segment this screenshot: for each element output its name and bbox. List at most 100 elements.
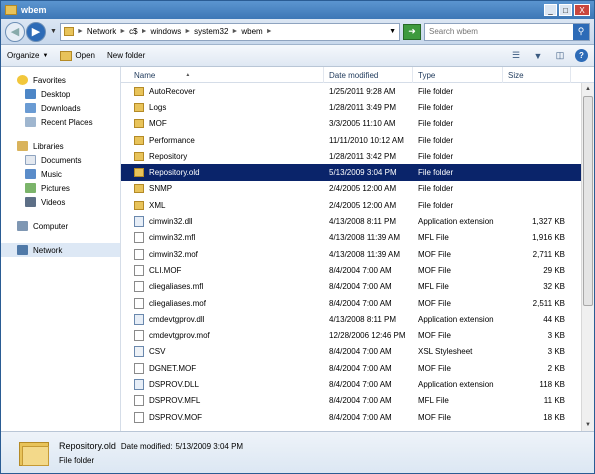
file-row[interactable]: cimwin32.mof 4/13/2008 11:39 AM MOF File 2,… <box>121 246 581 262</box>
nav-music[interactable]: Music <box>1 167 120 181</box>
title-bar[interactable]: wbem _ □ X <box>1 1 594 19</box>
search-input[interactable] <box>429 27 573 36</box>
file-icon <box>134 330 144 342</box>
nav-desktop[interactable]: Desktop <box>1 87 120 101</box>
history-dropdown-icon[interactable]: ▼ <box>50 28 57 35</box>
file-date: 8/4/2004 7:00 AM <box>329 412 392 422</box>
nav-videos[interactable]: Videos <box>1 195 120 209</box>
close-button[interactable]: X <box>574 4 590 16</box>
explorer-window: wbem _ □ X ◀ ▶ ▼ ► Network ► c$ ► window… <box>0 0 595 474</box>
breadcrumb-system32[interactable]: system32 <box>194 27 228 36</box>
file-row[interactable]: Logs 1/28/2011 3:49 PM File folder <box>121 99 581 115</box>
column-header-name[interactable]: Name ▲ <box>121 67 324 83</box>
open-button[interactable]: Open <box>60 50 95 61</box>
vertical-scrollbar[interactable]: ▲ ▼ <box>581 83 594 431</box>
nav-documents[interactable]: Documents <box>1 153 120 167</box>
breadcrumb-separator-icon[interactable]: ► <box>231 28 238 35</box>
file-row[interactable]: DSPROV.DLL 8/4/2004 7:00 AM Application ex… <box>121 376 581 392</box>
file-type: File folder <box>418 151 454 161</box>
file-name-cell: DSPROV.DLL <box>121 378 324 390</box>
view-dropdown-icon[interactable]: ▼ <box>531 50 545 62</box>
breadcrumb-separator-icon[interactable]: ► <box>141 28 148 35</box>
column-size-label: Size <box>508 70 524 80</box>
search-box[interactable]: ⚲ <box>424 22 590 41</box>
file-name: DSPROV.DLL <box>149 379 199 389</box>
file-row[interactable]: cimwin32.mfl 4/13/2008 11:39 AM MFL File 1,… <box>121 230 581 246</box>
file-row[interactable]: cmdevtgprov.mof 12/28/2006 12:46 PM MOF Fi… <box>121 327 581 343</box>
scroll-down-icon[interactable]: ▼ <box>582 419 594 431</box>
address-dropdown-icon[interactable]: ▼ <box>389 28 396 35</box>
downloads-icon <box>25 103 36 113</box>
search-icon[interactable]: ⚲ <box>573 23 589 40</box>
file-row[interactable]: DSPROV.MFL 8/4/2004 7:00 AM MFL File 11 KB <box>121 393 581 409</box>
file-name-cell: DGNET.MOF <box>121 362 324 374</box>
file-row[interactable]: CLI.MOF 8/4/2004 7:00 AM MOF File 29 KB <box>121 262 581 278</box>
file-date: 1/28/2011 3:49 PM <box>329 102 397 112</box>
file-type: File folder <box>418 102 454 112</box>
breadcrumb-wbem[interactable]: wbem <box>241 27 262 36</box>
refresh-button[interactable]: ➜ <box>403 23 421 40</box>
file-row[interactable]: DGNET.MOF 8/4/2004 7:00 AM MOF File 2 KB <box>121 360 581 376</box>
preview-pane-icon[interactable]: ◫ <box>553 50 567 62</box>
file-row[interactable]: CSV 8/4/2004 7:00 AM XSL Stylesheet 3 KB <box>121 344 581 360</box>
nav-libraries[interactable]: Libraries <box>1 139 120 153</box>
nav-recent-places[interactable]: Recent Places <box>1 115 120 129</box>
nav-network[interactable]: Network <box>1 243 120 257</box>
file-list: Name ▲ Date modified Type Size AutoRecov… <box>121 67 594 431</box>
new-folder-button[interactable]: New folder <box>107 51 145 60</box>
breadcrumb-separator-icon[interactable]: ► <box>77 28 84 35</box>
dll-file-icon <box>134 216 144 228</box>
breadcrumb-separator-icon[interactable]: ► <box>184 28 191 35</box>
file-type: MFL File <box>418 396 449 406</box>
scroll-up-icon[interactable]: ▲ <box>582 83 594 95</box>
column-header-size[interactable]: Size <box>503 67 571 83</box>
file-date: 3/3/2005 11:10 AM <box>329 119 396 129</box>
nav-computer[interactable]: Computer <box>1 219 120 233</box>
file-row[interactable]: cliegaliases.mof 8/4/2004 7:00 AM MOF File… <box>121 295 581 311</box>
back-button[interactable]: ◀ <box>5 21 25 42</box>
new-folder-label: New folder <box>107 51 146 60</box>
nav-pictures[interactable]: Pictures <box>1 181 120 195</box>
maximize-button[interactable]: □ <box>559 4 572 16</box>
file-icon <box>134 232 144 244</box>
file-date: 4/13/2008 8:11 PM <box>329 314 397 324</box>
file-row[interactable]: SNMP 2/4/2005 12:00 AM File folder <box>121 181 581 197</box>
file-size: 2 KB <box>547 363 565 373</box>
file-type: MOF File <box>418 363 451 373</box>
breadcrumb-network[interactable]: Network <box>87 27 116 36</box>
forward-button[interactable]: ▶ <box>26 21 46 42</box>
file-row[interactable]: Repository 1/28/2011 3:42 PM File folder <box>121 148 581 164</box>
file-date: 8/4/2004 7:00 AM <box>329 282 392 292</box>
nav-favorites[interactable]: Favorites <box>1 73 120 87</box>
column-header-type[interactable]: Type <box>413 67 503 83</box>
scrollbar-thumb[interactable] <box>583 96 593 306</box>
file-row[interactable]: XML 2/4/2005 12:00 AM File folder <box>121 197 581 213</box>
file-row[interactable]: AutoRecover 1/25/2011 9:28 AM File folder <box>121 83 581 99</box>
breadcrumb-windows[interactable]: windows <box>151 27 182 36</box>
file-size: 11 KB <box>543 396 565 406</box>
file-name: XML <box>149 200 166 210</box>
file-row[interactable]: Performance 11/11/2010 10:12 AM File folde… <box>121 132 581 148</box>
breadcrumb-share[interactable]: c$ <box>129 27 137 36</box>
column-header-date[interactable]: Date modified <box>324 67 413 83</box>
nav-downloads[interactable]: Downloads <box>1 101 120 115</box>
nav-documents-label: Documents <box>41 155 82 165</box>
minimize-button[interactable]: _ <box>544 4 557 16</box>
file-row[interactable]: Repository.old 5/13/2009 3:04 PM File fold… <box>121 164 581 181</box>
breadcrumb-separator-icon[interactable]: ► <box>266 28 273 35</box>
file-size: 2,511 KB <box>532 298 565 308</box>
view-options-icon[interactable]: ☰ <box>509 50 523 62</box>
file-row[interactable]: cmdevtgprov.dll 4/13/2008 8:11 PM Applicat… <box>121 311 581 327</box>
organize-button[interactable]: Organize ▼ <box>7 51 48 60</box>
file-row[interactable]: DSPROV.MOF 8/4/2004 7:00 AM MOF File 18 KB <box>121 409 581 425</box>
breadcrumb-separator-icon[interactable]: ► <box>119 28 126 35</box>
file-row[interactable]: MOF 3/3/2005 11:10 AM File folder <box>121 116 581 132</box>
file-date: 11/11/2010 10:12 AM <box>329 135 404 145</box>
file-type: MFL File <box>418 282 449 292</box>
file-type: File folder <box>418 135 454 145</box>
file-row[interactable]: cliegaliases.mfl 8/4/2004 7:00 AM MFL File… <box>121 279 581 295</box>
breadcrumb[interactable]: ► Network ► c$ ► windows ► system32 ► wb… <box>59 22 400 41</box>
dll-file-icon <box>134 313 144 325</box>
help-icon[interactable]: ? <box>575 49 588 62</box>
file-row[interactable]: cimwin32.dll 4/13/2008 8:11 PM Application… <box>121 213 581 229</box>
